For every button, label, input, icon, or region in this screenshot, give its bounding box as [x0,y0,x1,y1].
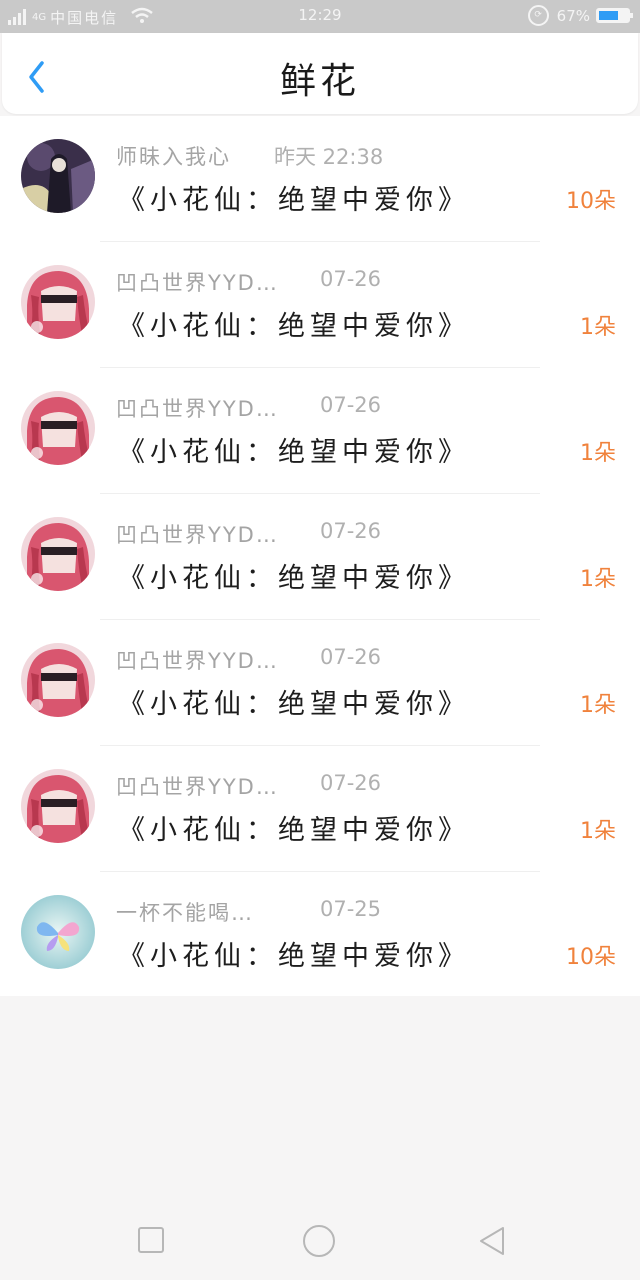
list-item[interactable]: 凹凸世界YYD… 07-26 《小花仙：绝望中爱你》 1朵 [0,242,640,368]
avatar[interactable] [21,769,95,843]
battery-level [599,11,618,20]
list-item[interactable]: 一杯不能喝… 07-25 《小花仙：绝望中爱你》 10朵 [0,872,640,998]
home-button[interactable] [302,1224,336,1262]
gift-name: 《小花仙：绝望中爱你》 [118,185,470,216]
gift-name: 《小花仙：绝望中爱你》 [118,689,470,720]
timestamp: 07-26 [320,267,382,291]
battery-icon [596,8,633,23]
flower-count: 1朵 [580,819,616,844]
avatar[interactable] [21,265,95,339]
sender-name: 一杯不能喝… [116,901,254,925]
gift-name: 《小花仙：绝望中爱你》 [118,815,470,846]
avatar[interactable] [21,895,95,969]
sender-name: 凹凸世界YYD… [116,271,279,295]
timestamp: 07-26 [320,393,382,417]
timestamp: 07-26 [320,771,382,795]
gift-name: 《小花仙：绝望中爱你》 [118,563,470,594]
flower-count: 10朵 [566,189,616,214]
page-title: 鲜花 [279,61,360,102]
timestamp: 07-25 [320,897,382,921]
sender-name: 凹凸世界YYD… [116,397,279,421]
navigation-bar [0,1190,640,1280]
avatar[interactable] [21,643,95,717]
circle-icon [303,1225,335,1257]
sender-name: 凹凸世界YYD… [116,523,279,547]
gift-name: 《小花仙：绝望中爱你》 [118,941,470,972]
app-header: 鲜花 [2,33,638,114]
recent-apps-button[interactable] [137,1226,165,1258]
timestamp: 07-26 [320,645,382,669]
timestamp: 昨天 22:38 [274,145,384,169]
list-item[interactable]: 凹凸世界YYD… 07-26 《小花仙：绝望中爱你》 1朵 [0,620,640,746]
sender-name: 师昧入我心 [116,145,231,169]
avatar[interactable] [21,139,95,213]
flower-count: 10朵 [566,945,616,970]
flower-count: 1朵 [580,315,616,340]
sender-name: 凹凸世界YYD… [116,649,279,673]
avatar[interactable] [21,391,95,465]
list-item[interactable]: 凹凸世界YYD… 07-26 《小花仙：绝望中爱你》 1朵 [0,368,640,494]
list-item[interactable]: 凹凸世界YYD… 07-26 《小花仙：绝望中爱你》 1朵 [0,746,640,872]
status-bar: 4G 中国电信 12:29 ⟳ 67% [0,0,640,33]
square-icon [138,1227,164,1253]
rotation-lock-icon: ⟳ [527,5,549,26]
list-item[interactable]: 凹凸世界YYD… 07-26 《小花仙：绝望中爱你》 1朵 [0,494,640,620]
sender-name: 凹凸世界YYD… [116,775,279,799]
flower-list: 师昧入我心 昨天 22:38 《小花仙：绝望中爱你》 10朵 凹凸世界YYD… … [0,116,640,996]
avatar[interactable] [21,517,95,591]
back-nav-button[interactable] [477,1225,507,1261]
battery-percent: 67% [556,6,590,25]
flower-count: 1朵 [580,441,616,466]
flower-count: 1朵 [580,567,616,592]
timestamp: 07-26 [320,519,382,543]
status-right: ⟳ 67% [527,5,633,26]
list-item[interactable]: 师昧入我心 昨天 22:38 《小花仙：绝望中爱你》 10朵 [0,116,640,242]
flower-count: 1朵 [580,693,616,718]
triangle-back-icon [480,1227,504,1255]
gift-name: 《小花仙：绝望中爱你》 [118,437,470,468]
gift-name: 《小花仙：绝望中爱你》 [118,311,470,342]
